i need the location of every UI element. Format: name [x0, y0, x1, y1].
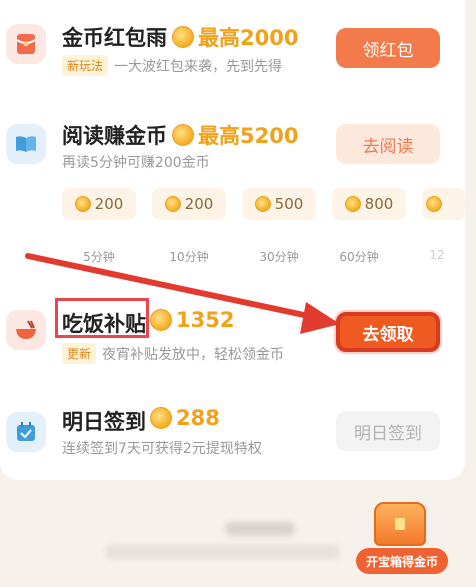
- treasure-chest-icon: [374, 502, 426, 546]
- blurred-content: [225, 522, 295, 536]
- annotation-arrow: [25, 253, 340, 334]
- treasure-chest-label: 开宝箱得金币: [356, 548, 448, 574]
- blurred-content: [105, 545, 340, 559]
- treasure-chest-button[interactable]: 开宝箱得金币: [356, 500, 448, 580]
